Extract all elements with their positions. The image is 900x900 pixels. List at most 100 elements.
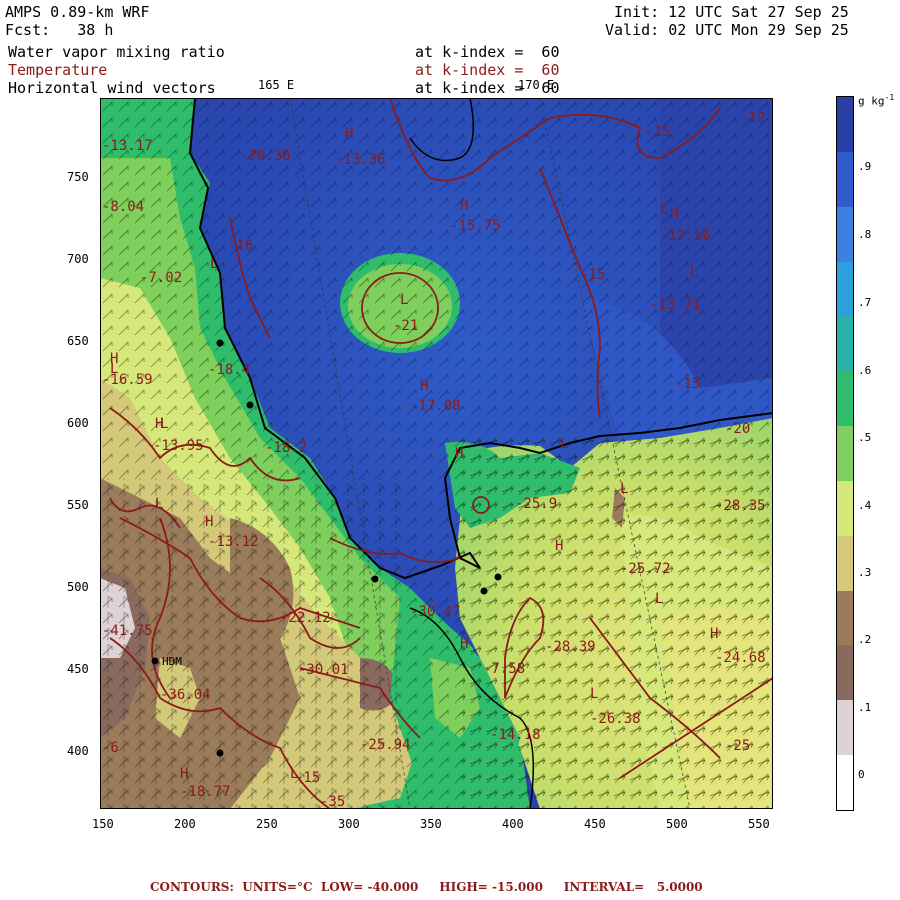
low-marker: L	[655, 591, 663, 607]
station-dot	[494, 573, 502, 581]
temperature-label: -28.35	[715, 498, 766, 514]
temperature-label: -30.47	[410, 604, 461, 620]
high-marker: H	[460, 198, 468, 214]
colorbar-label: .1	[858, 701, 872, 714]
x-tick-label: 300	[338, 817, 360, 831]
colorbar-segment	[837, 590, 853, 646]
field-label-temperature: Temperature	[8, 61, 108, 79]
field-label-wind: Horizontal wind vectors	[8, 79, 216, 97]
high-marker: H	[180, 766, 188, 782]
colorbar-segment	[837, 755, 853, 811]
colorbar-label: .7	[858, 296, 872, 309]
high-marker: H	[420, 378, 428, 394]
x-tick-label: 200	[174, 817, 196, 831]
longitude-label-165e: 165 E	[258, 78, 295, 92]
y-tick-label: 450	[67, 662, 89, 676]
low-marker: L	[660, 202, 668, 218]
low-marker: L	[560, 436, 568, 452]
longitude-label-170e: 170 E	[518, 78, 555, 92]
wind-vectors-west	[100, 478, 400, 809]
x-tick-label: 250	[256, 817, 278, 831]
low-marker: L	[155, 496, 163, 512]
temperature-label: -20	[725, 421, 750, 437]
temperature-label: -26.38	[590, 711, 641, 727]
temperature-label: -13.71	[650, 297, 701, 313]
high-marker: H	[345, 126, 353, 142]
temperature-label: -25.72	[620, 561, 671, 577]
valid-time: Valid: 02 UTC Mon 29 Sep 25	[605, 21, 849, 39]
low-marker: L	[620, 481, 628, 497]
station-dot	[216, 339, 224, 347]
colorbar-unit: g kg-1	[858, 93, 894, 108]
y-tick-label: 550	[67, 498, 89, 512]
temperature-label: -18.2	[265, 440, 307, 456]
x-tick-label: 350	[420, 817, 442, 831]
y-tick-label: 650	[67, 334, 89, 348]
colorbar-label: 0	[858, 768, 865, 781]
temperature-label: -13.17	[102, 138, 153, 154]
x-tick-label: 150	[92, 817, 114, 831]
temperature-label: -15	[580, 267, 605, 283]
low-marker: L	[690, 264, 698, 280]
low-marker: L	[210, 256, 218, 272]
high-marker: H	[710, 626, 718, 642]
temperature-label: -17.08	[410, 398, 461, 414]
colorbar-segment	[837, 426, 853, 482]
colorbar-unit-sup: -1	[884, 93, 895, 102]
model-title: AMPS 0.89-km WRF	[5, 3, 150, 21]
colorbar-segment	[837, 535, 853, 592]
high-marker: H	[205, 514, 213, 530]
y-tick-label: 750	[67, 170, 89, 184]
low-marker: L	[400, 292, 408, 308]
moisture-map: HDM -20.36 -13.36 -15 -12 -15.75 -12.56 -15 -13…	[100, 98, 773, 809]
colorbar-label: .2	[858, 633, 872, 646]
colorbar	[836, 96, 854, 811]
temperature-label: -25	[725, 738, 750, 754]
colorbar-segment	[837, 97, 853, 153]
init-time: Init: 12 UTC Sat 27 Sep 25	[614, 3, 849, 21]
colorbar-label: .6	[858, 364, 872, 377]
colorbar-segment	[837, 700, 853, 756]
high-marker: H	[670, 206, 678, 222]
y-tick-label: 400	[67, 744, 89, 758]
colorbar-label: .3	[858, 566, 872, 579]
y-tick-label: 500	[67, 580, 89, 594]
x-tick-label: 500	[666, 817, 688, 831]
high-marker: H	[455, 446, 463, 462]
y-tick-label: 700	[67, 252, 89, 266]
low-marker: L	[160, 416, 168, 432]
colorbar-segment	[837, 480, 853, 537]
colorbar-label: .9	[858, 160, 872, 173]
temperature-label: -13.12	[208, 534, 259, 550]
temperature-label: -12	[740, 110, 765, 126]
temperature-label: -16	[228, 238, 253, 254]
colorbar-segment	[837, 371, 853, 427]
temperature-label: -36.04	[160, 687, 211, 703]
colorbar-segment	[837, 316, 853, 372]
colorbar-segment	[837, 645, 853, 701]
colorbar-segment	[837, 206, 853, 263]
x-tick-label: 450	[584, 817, 606, 831]
colorbar-label: .4	[858, 499, 872, 512]
colorbar-label: .5	[858, 431, 872, 444]
temperature-label: -41.75	[102, 623, 153, 639]
high-marker: H	[460, 636, 468, 652]
colorbar-segment	[837, 151, 853, 208]
temperature-label: -13.36	[335, 152, 386, 168]
station-dot	[371, 575, 379, 583]
field-label-moisture: Water vapor mixing ratio	[8, 43, 225, 61]
colorbar-unit-text: g kg	[858, 94, 885, 108]
contours-footer: CONTOURS: UNITS=°C LOW= -40.000 HIGH= -1…	[150, 880, 703, 894]
temperature-label: -28.39	[545, 639, 596, 655]
temperature-label: -24.68	[715, 650, 766, 666]
high-marker: H	[555, 538, 563, 554]
temperature-label: -15	[645, 124, 670, 140]
temperature-label: -25.9	[515, 496, 557, 512]
y-tick-label: 600	[67, 416, 89, 430]
colorbar-segment	[837, 261, 853, 317]
temperature-label: -6	[102, 740, 119, 756]
temperature-label: -7.02	[140, 270, 182, 286]
temperature-label: -15	[675, 376, 700, 392]
temperature-label: -21	[393, 318, 418, 334]
temperature-label: -15	[295, 770, 320, 786]
